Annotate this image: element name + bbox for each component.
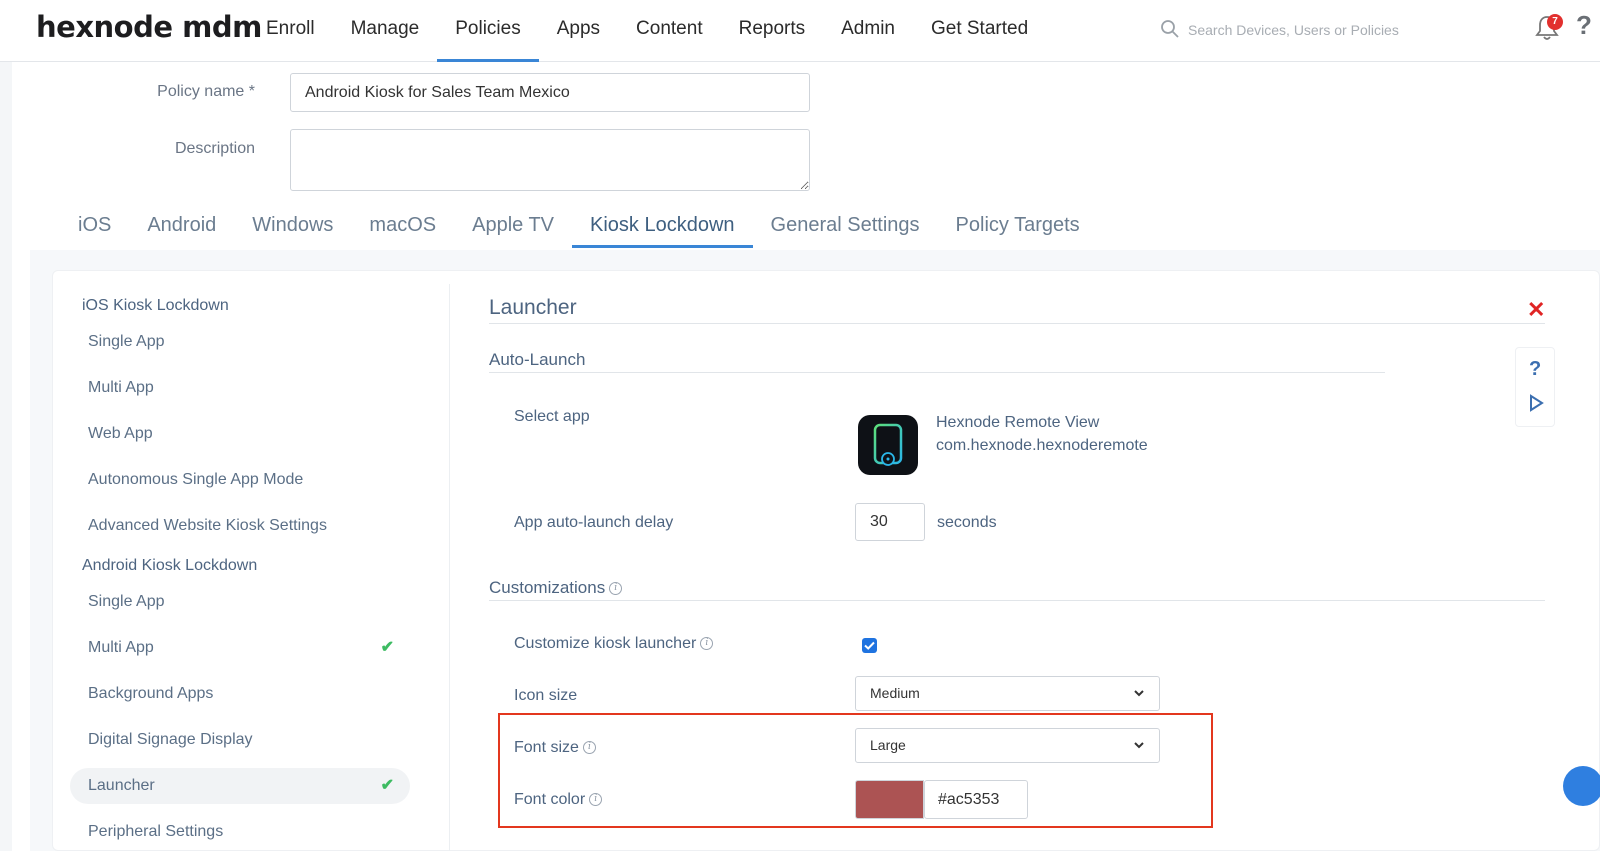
auto-launch-title: Auto-Launch — [489, 350, 586, 369]
nav-reports[interactable]: Reports — [721, 0, 824, 62]
app-package: com.hexnode.hexnoderemote — [936, 437, 1148, 454]
sidebar-item-launcher[interactable]: Launcher ✔ — [70, 768, 410, 804]
launcher-divider — [489, 323, 1545, 324]
check-icon: ✔ — [380, 777, 394, 794]
chat-launcher-button[interactable] — [1563, 766, 1600, 806]
tab-macos[interactable]: macOS — [351, 206, 454, 248]
sidebar-item-ios-single-app[interactable]: Single App — [70, 324, 410, 360]
nav-admin[interactable]: Admin — [823, 0, 913, 62]
hexnode-logo[interactable]: hexnode mdm — [36, 10, 262, 44]
sidebar-item-android-multi-app[interactable]: Multi App ✔ — [70, 630, 410, 666]
search-icon[interactable] — [1160, 19, 1180, 39]
sidebar-item-label: Multi App — [88, 639, 154, 656]
icon-size-value: Medium — [870, 685, 920, 701]
customizations-label: Customizations — [489, 578, 606, 597]
sidebar-heading-ios: iOS Kiosk Lockdown — [82, 297, 229, 314]
auto-launch-divider — [489, 372, 1385, 373]
info-icon[interactable]: i — [609, 582, 623, 596]
tab-apple-tv[interactable]: Apple TV — [454, 206, 572, 248]
left-gutter — [0, 62, 12, 851]
auto-launch-delay-input[interactable] — [855, 503, 925, 541]
sidebar-item-ios-web-app[interactable]: Web App — [70, 416, 410, 452]
select-app-label: Select app — [514, 408, 590, 425]
sidebar-item-label: Launcher — [88, 777, 155, 794]
tab-android[interactable]: Android — [129, 206, 234, 248]
nav-get-started[interactable]: Get Started — [913, 0, 1046, 62]
sidebar-item-digital-signage[interactable]: Digital Signage Display — [70, 722, 410, 758]
search-input[interactable] — [1188, 18, 1458, 42]
customizations-title: Customizations i — [489, 578, 623, 598]
customize-launcher-row: Customize kiosk launcher i — [514, 635, 714, 653]
search-box — [1160, 18, 1460, 44]
tab-general-settings[interactable]: General Settings — [753, 206, 938, 248]
notification-badge: 7 — [1547, 14, 1563, 30]
delay-label: App auto-launch delay — [514, 514, 674, 531]
delay-unit: seconds — [937, 514, 997, 531]
checkmark-icon — [864, 641, 875, 650]
highlight-annotation-box — [498, 713, 1213, 828]
help-icon[interactable]: ? — [1576, 10, 1592, 41]
description-label: Description — [174, 140, 255, 157]
top-bar: hexnode mdm Enroll Manage Policies Apps … — [0, 0, 1600, 62]
hexnode-remote-view-app-icon[interactable] — [858, 415, 918, 475]
icon-size-label: Icon size — [514, 687, 578, 704]
customize-launcher-label: Customize kiosk launcher — [514, 635, 697, 652]
sidebar-item-advanced-website-kiosk[interactable]: Advanced Website Kiosk Settings — [70, 508, 410, 544]
launcher-title: Launcher — [489, 296, 577, 319]
sidebar-item-background-apps[interactable]: Background Apps — [70, 676, 410, 712]
main-nav: Enroll Manage Policies Apps Content Repo… — [248, 0, 1046, 62]
sidebar-heading-android: Android Kiosk Lockdown — [82, 557, 258, 574]
customize-launcher-checkbox[interactable] — [862, 638, 877, 653]
sidebar-item-android-single-app[interactable]: Single App — [70, 584, 410, 620]
sidebar-item-ios-multi-app[interactable]: Multi App — [70, 370, 410, 406]
tab-windows[interactable]: Windows — [234, 206, 351, 248]
nav-manage[interactable]: Manage — [333, 0, 438, 62]
tab-ios[interactable]: iOS — [60, 206, 129, 248]
sidebar-item-peripheral-settings[interactable]: Peripheral Settings — [70, 814, 410, 850]
tab-policy-targets[interactable]: Policy Targets — [938, 206, 1098, 248]
app-name: Hexnode Remote View — [936, 414, 1100, 431]
floating-help-panel: ? — [1515, 347, 1555, 427]
info-icon[interactable]: i — [700, 637, 714, 651]
sidebar-divider — [449, 284, 450, 851]
description-input[interactable] — [290, 129, 810, 191]
sidebar-item-autonomous-single-app[interactable]: Autonomous Single App Mode — [70, 462, 410, 498]
customizations-divider — [489, 600, 1545, 601]
close-icon[interactable]: ✕ — [1527, 297, 1545, 323]
os-tabs: iOS Android Windows macOS Apple TV Kiosk… — [60, 206, 1098, 248]
play-tutorial-icon[interactable] — [1528, 394, 1544, 412]
policy-name-input[interactable] — [290, 73, 810, 112]
nav-apps[interactable]: Apps — [539, 0, 618, 62]
tab-kiosk-lockdown[interactable]: Kiosk Lockdown — [572, 206, 753, 248]
chevron-down-icon — [1134, 690, 1144, 697]
remote-view-icon — [873, 423, 903, 466]
nav-content[interactable]: Content — [618, 0, 721, 62]
policy-name-label: Policy name * — [157, 83, 255, 100]
icon-size-select[interactable]: Medium — [855, 676, 1160, 711]
nav-enroll[interactable]: Enroll — [248, 0, 333, 62]
nav-policies[interactable]: Policies — [437, 0, 539, 62]
help-question-icon[interactable]: ? — [1529, 358, 1541, 381]
check-icon: ✔ — [380, 639, 394, 656]
